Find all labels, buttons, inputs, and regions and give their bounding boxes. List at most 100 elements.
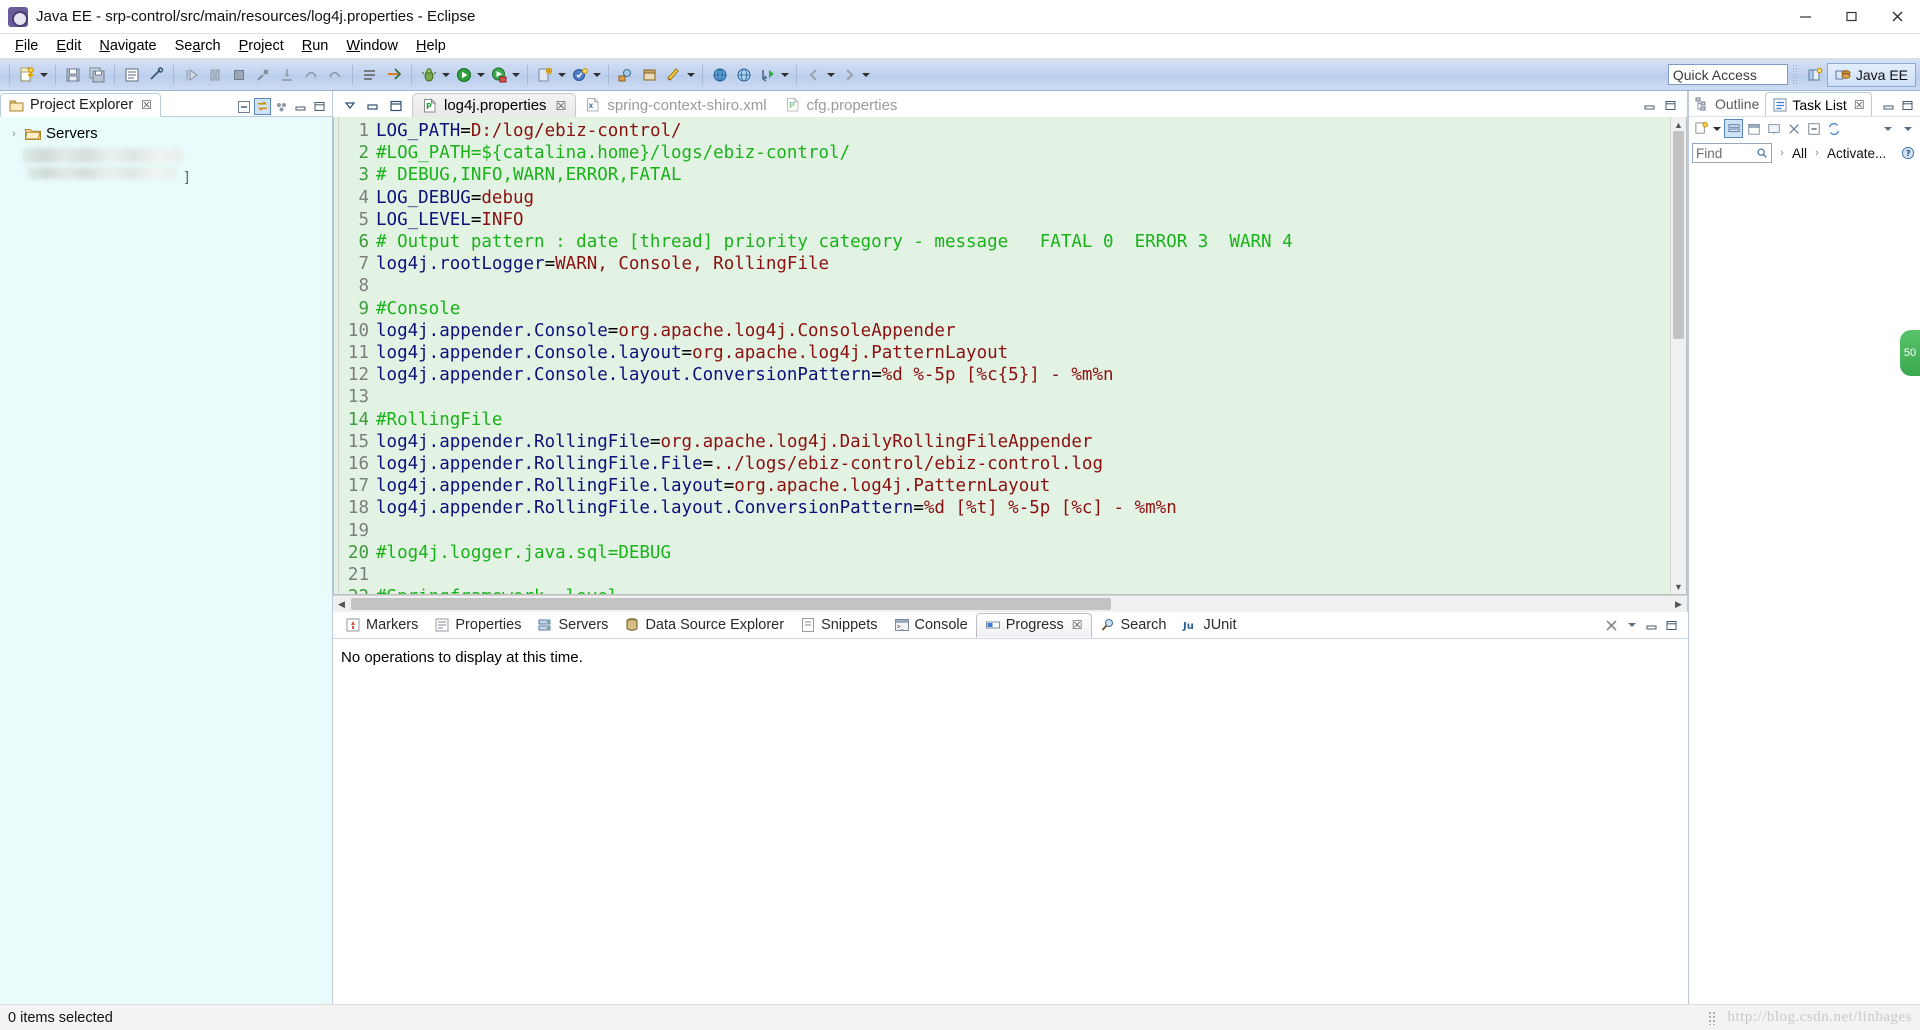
tab-search[interactable]: Search — [1092, 613, 1175, 638]
minimize-button[interactable] — [1782, 0, 1828, 34]
suspend-icon[interactable] — [204, 64, 226, 86]
collapse-all-icon[interactable] — [235, 98, 252, 115]
editor-tab-cfg-properties[interactable]: P cfg.properties — [776, 93, 907, 117]
open-perspective-icon[interactable] — [1803, 63, 1827, 87]
tab-markers[interactable]: Markers — [337, 613, 426, 638]
scroll-up-arrow-icon[interactable]: ▲ — [1671, 117, 1686, 132]
maximize-icon[interactable] — [1899, 97, 1916, 114]
tab-snippets[interactable]: Snippets — [792, 613, 885, 638]
tab-properties[interactable]: Properties — [426, 613, 529, 638]
link-with-editor-icon[interactable] — [254, 98, 271, 115]
menu-help[interactable]: Help — [407, 36, 455, 56]
quick-access-input[interactable]: Quick Access — [1667, 64, 1788, 85]
skip-breakpoints-icon[interactable] — [383, 64, 405, 86]
forward-icon[interactable] — [838, 64, 860, 86]
code-line[interactable]: 6 # Output pattern : date [thread] priori… — [339, 232, 1292, 252]
code-line[interactable]: 22 #Springframework level — [339, 587, 618, 594]
collapse-all-icon[interactable] — [1804, 119, 1823, 138]
code-line[interactable]: 15 log4j.appender.RollingFile=org.apache.… — [339, 432, 1093, 452]
menu-search[interactable]: Search — [166, 36, 230, 56]
menu-edit[interactable]: Edit — [47, 36, 90, 56]
close-button[interactable] — [1874, 0, 1920, 34]
chevron-right-icon[interactable]: › — [1776, 147, 1788, 159]
back-icon[interactable] — [803, 64, 825, 86]
step-over-icon[interactable] — [300, 64, 322, 86]
run-icon[interactable] — [453, 64, 475, 86]
run-server-dropdown-icon[interactable] — [511, 64, 520, 86]
code-line[interactable]: 20 #log4j.logger.java.sql=DEBUG — [339, 543, 671, 563]
view-menu-icon[interactable] — [1623, 617, 1640, 634]
menu-window[interactable]: Window — [337, 36, 407, 56]
disconnect-icon[interactable] — [252, 64, 274, 86]
maximize-icon[interactable] — [1662, 97, 1679, 114]
debug-dropdown-icon[interactable] — [441, 64, 450, 86]
menu-run[interactable]: Run — [293, 36, 338, 56]
scroll-right-arrow-icon[interactable]: ▶ — [1670, 596, 1687, 612]
code-line[interactable]: 10 log4j.appender.Console=org.apache.log4… — [339, 321, 956, 341]
code-line[interactable]: 4 LOG_DEBUG=debug — [339, 188, 534, 208]
toolbar-grip[interactable] — [1791, 63, 1799, 86]
tab-project-explorer[interactable]: Project Explorer ☒ — [0, 93, 161, 117]
chevron-down-icon[interactable] — [1712, 118, 1721, 140]
forward-dropdown-icon[interactable] — [861, 64, 870, 86]
vertical-scroll-thumb[interactable] — [1673, 131, 1684, 339]
editor-tab-spring-context-shiro-xml[interactable]: x spring-context-shiro.xml — [576, 93, 775, 117]
open-task-icon[interactable] — [663, 64, 685, 86]
tab-data-source-explorer[interactable]: Data Source Explorer — [616, 613, 792, 638]
minimize-icon[interactable] — [1643, 617, 1660, 634]
code-line[interactable]: 5 LOG_LEVEL=INFO — [339, 210, 523, 230]
code-line[interactable]: 3 # DEBUG,INFO,WARN,ERROR,FATAL — [339, 165, 681, 185]
code-line[interactable]: 7 log4j.rootLogger=WARN, Console, Rolling… — [339, 254, 829, 274]
editor-tab-log4j-properties[interactable]: P log4j.properties ☒ — [412, 93, 577, 117]
maximize-icon[interactable] — [1663, 617, 1680, 634]
chevron-right-icon[interactable]: › — [8, 128, 20, 140]
resume-icon[interactable] — [180, 64, 202, 86]
code-line[interactable]: 16 log4j.appender.RollingFile.File=../log… — [339, 454, 1103, 474]
filter-icon[interactable] — [341, 97, 358, 114]
tab-progress[interactable]: Progress ☒ — [975, 612, 1092, 638]
code-line[interactable]: 12 log4j.appender.Console.layout.Conversi… — [339, 365, 1114, 385]
code-scroll-region[interactable]: 1 LOG_PATH=D:/log/ebiz-control/ 2 #LOG_PAT… — [339, 117, 1686, 594]
presentation-icon[interactable] — [1764, 119, 1783, 138]
debug-icon[interactable] — [418, 64, 440, 86]
maximize-icon[interactable] — [387, 97, 404, 114]
code-editor[interactable]: 1 LOG_PATH=D:/log/ebiz-control/ 2 #LOG_PAT… — [333, 117, 1687, 595]
tab-junit[interactable]: Ju JUnit — [1174, 613, 1244, 638]
find-input[interactable]: Find — [1692, 143, 1772, 163]
step-return-icon[interactable] — [324, 64, 346, 86]
code-line[interactable]: 8 — [339, 276, 376, 296]
editor-horizontal-scrollbar[interactable]: ◀ ▶ — [333, 595, 1687, 612]
new-wizard-icon[interactable] — [16, 64, 38, 86]
new-ee-artifact-icon[interactable] — [534, 64, 556, 86]
code-line[interactable]: 17 log4j.appender.RollingFile.layout=org.… — [339, 476, 1050, 496]
save-all-icon[interactable] — [86, 64, 108, 86]
code-line[interactable]: 2 #LOG_PATH=${catalina.home}/logs/ebiz-co… — [339, 143, 850, 163]
filter-all-label[interactable]: All — [1792, 146, 1807, 161]
new-annotation-icon[interactable] — [569, 64, 591, 86]
code-line[interactable]: 11 log4j.appender.Console.layout=org.apac… — [339, 343, 1008, 363]
code-line[interactable]: 19 — [339, 521, 376, 541]
tab-servers[interactable]: Servers — [529, 613, 616, 638]
synchronize-icon[interactable] — [1824, 119, 1843, 138]
minimize-icon[interactable] — [1880, 97, 1897, 114]
maximize-icon[interactable] — [311, 98, 328, 115]
web-browser-icon[interactable] — [733, 64, 755, 86]
step-into-icon[interactable] — [276, 64, 298, 86]
tab-task-list[interactable]: Task List ☒ — [1765, 92, 1872, 116]
editor-vertical-scrollbar[interactable]: ▲ ▼ — [1670, 117, 1686, 594]
last-edit-dropdown-icon[interactable] — [780, 64, 789, 86]
back-dropdown-icon[interactable] — [826, 64, 835, 86]
menu-navigate[interactable]: Navigate — [90, 36, 165, 56]
side-badge[interactable]: 50 — [1900, 330, 1920, 376]
task-list-content[interactable] — [1689, 166, 1920, 1004]
close-icon[interactable]: ☒ — [556, 99, 567, 113]
code-text[interactable]: 1 LOG_PATH=D:/log/ebiz-control/ 2 #LOG_PAT… — [339, 117, 1686, 594]
code-line[interactable]: 21 — [339, 565, 376, 585]
new-wizard-dropdown-icon[interactable] — [39, 64, 48, 86]
activate-label[interactable]: Activate... — [1827, 146, 1886, 161]
terminate-icon[interactable] — [228, 64, 250, 86]
restore-icon[interactable] — [364, 97, 381, 114]
scroll-left-arrow-icon[interactable]: ◀ — [333, 596, 350, 612]
open-task-dropdown-icon[interactable] — [686, 64, 695, 86]
save-icon[interactable] — [62, 64, 84, 86]
